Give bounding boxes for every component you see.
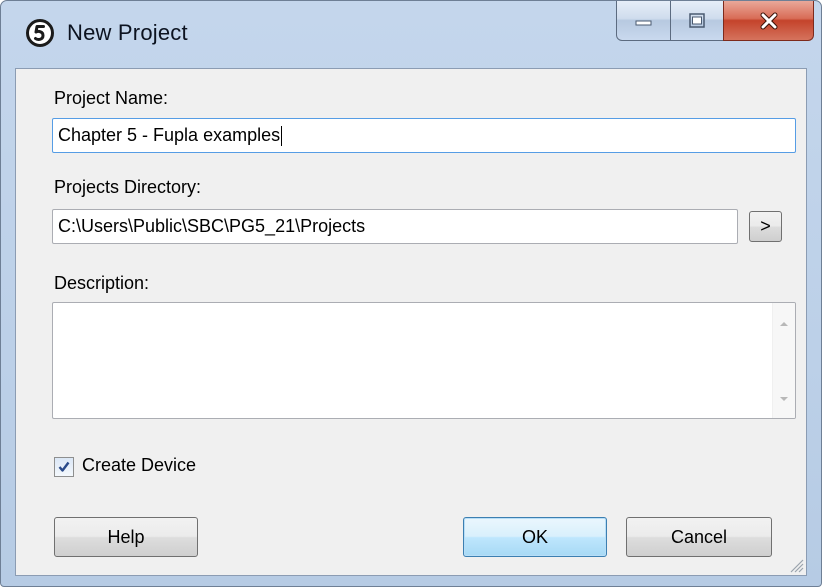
description-scrollbar[interactable] [772, 303, 795, 418]
new-project-dialog: New Project Project Name: Chapter 5 - Fu… [0, 0, 822, 587]
resize-grip-icon[interactable] [788, 557, 804, 573]
browse-directory-button[interactable]: > [749, 211, 782, 242]
project-name-label: Project Name: [54, 88, 169, 108]
minimize-icon [635, 20, 651, 25]
browse-directory-label: > [760, 216, 771, 236]
title-bar[interactable]: New Project [1, 1, 821, 67]
pg5-app-icon [26, 19, 54, 47]
projects-directory-label: Projects Directory: [54, 177, 202, 197]
help-button-label: Help [107, 526, 145, 547]
scroll-up-button[interactable] [773, 313, 795, 335]
close-icon [760, 12, 777, 29]
description-textarea[interactable] [52, 302, 796, 419]
cancel-button[interactable]: Cancel [626, 517, 772, 557]
projects-directory-value: C:\Users\Public\SBC\PG5_21\Projects [58, 216, 366, 236]
create-device-checkbox[interactable] [54, 457, 74, 477]
ok-button-label: OK [521, 526, 548, 547]
close-button[interactable] [723, 1, 814, 41]
description-label: Description: [54, 273, 150, 293]
cancel-button-label: Cancel [670, 526, 728, 547]
ok-button[interactable]: OK [463, 517, 607, 557]
checkmark-icon [58, 461, 70, 472]
scroll-up-arrow-icon [780, 322, 788, 326]
maximize-icon [689, 12, 705, 28]
scroll-down-arrow-icon [780, 397, 788, 401]
maximize-button[interactable] [670, 1, 724, 41]
scroll-down-button[interactable] [773, 388, 795, 410]
project-name-value: Chapter 5 - Fupla examples [58, 125, 281, 145]
create-device-label[interactable]: Create Device [82, 455, 196, 476]
projects-directory-input[interactable]: C:\Users\Public\SBC\PG5_21\Projects [52, 209, 738, 244]
dialog-body: Project Name: Chapter 5 - Fupla examples… [15, 68, 807, 576]
minimize-button[interactable] [616, 1, 671, 41]
help-button[interactable]: Help [54, 517, 198, 557]
project-name-input[interactable]: Chapter 5 - Fupla examples [52, 118, 796, 153]
text-caret [281, 126, 283, 147]
window-title: New Project [67, 20, 188, 45]
